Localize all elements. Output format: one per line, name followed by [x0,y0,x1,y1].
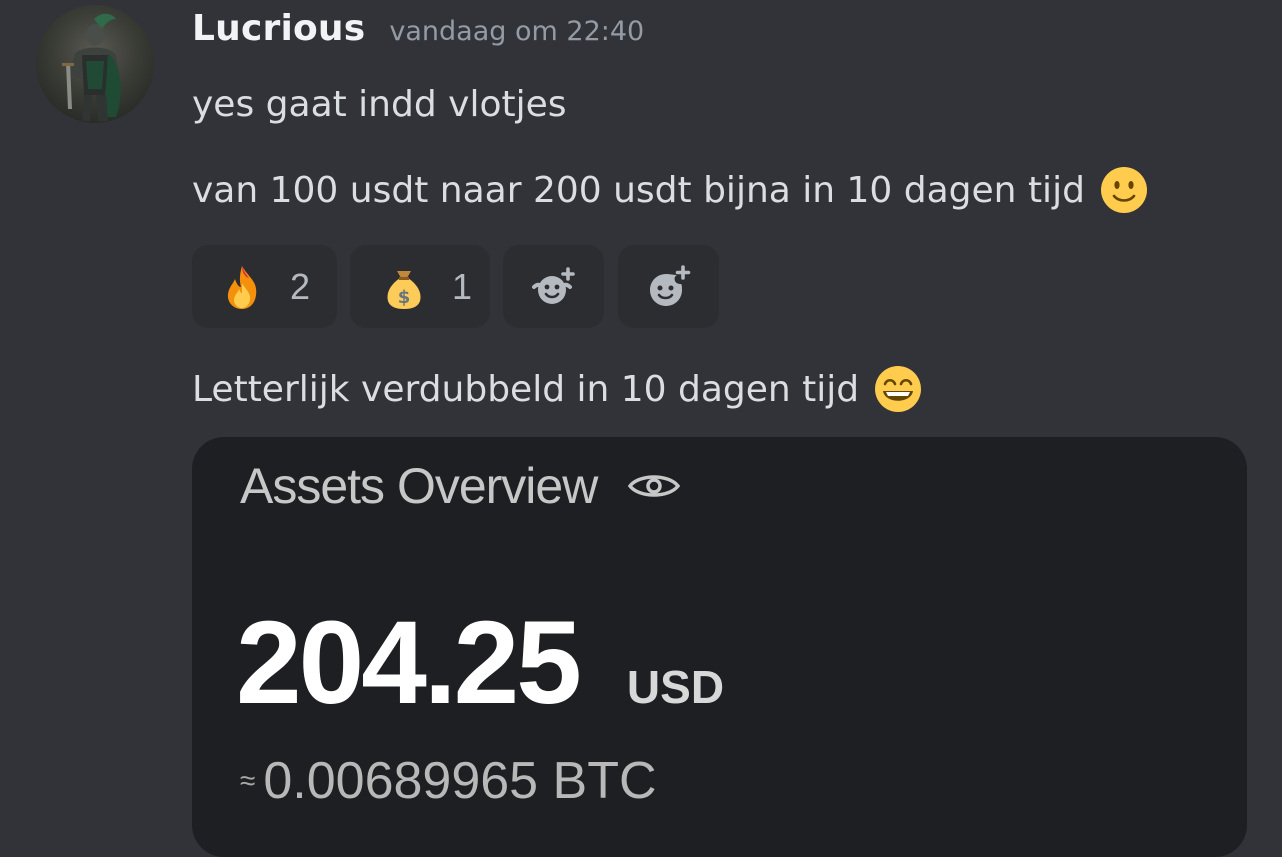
add-reaction-button[interactable] [618,245,719,328]
btc-equivalent: ≈ 0.00689965 BTC [240,751,657,811]
approx-symbol: ≈ [240,765,256,796]
balance-display: 204.25 USD [236,595,724,731]
reaction-money-bag[interactable]: $ 1 [350,245,490,328]
add-reaction-icon [645,263,693,311]
svg-text:$: $ [398,287,411,308]
message-header: Lucrious vandaag om 22:40 [192,8,644,62]
grinning-face-with-smiling-eyes-icon [873,364,923,414]
message-line: van 100 usdt naar 200 usdt bijna in 10 d… [192,164,1149,216]
user-avatar[interactable] [36,5,154,123]
super-reaction-add-icon [530,263,578,311]
image-attachment[interactable]: Assets Overview 204.25 USD ≈ 0.00689965 … [192,437,1247,857]
slightly-smiling-face-icon [1099,165,1149,215]
add-super-reaction-button[interactable] [503,245,604,328]
reaction-fire[interactable]: 2 [192,245,337,328]
message-timestamp: vandaag om 22:40 [389,16,645,47]
money-bag-icon: $ [380,263,428,311]
assets-overview-title: Assets Overview [240,457,681,515]
knight-avatar-image [62,13,121,121]
username[interactable]: Lucrious [192,8,365,49]
eye-icon [628,475,681,497]
message-line: yes gaat indd vlotjes [192,80,567,128]
reaction-count: 2 [290,265,311,307]
balance-unit: USD [626,661,725,713]
reaction-count: 1 [452,265,473,307]
btc-value: 0.00689965 BTC [263,752,657,810]
chat-message: Lucrious vandaag om 22:40 yes gaat indd … [0,0,1282,857]
message-text: van 100 usdt naar 200 usdt bijna in 10 d… [192,169,1085,211]
balance-value: 204.25 [236,597,582,729]
fire-icon [218,263,266,311]
message-text: Letterlijk verdubbeld in 10 dagen tijd [192,368,860,410]
assets-overview-label: Assets Overview [240,458,598,514]
message-text: yes gaat indd vlotjes [192,83,567,125]
message-line: Letterlijk verdubbeld in 10 dagen tijd [192,362,923,416]
